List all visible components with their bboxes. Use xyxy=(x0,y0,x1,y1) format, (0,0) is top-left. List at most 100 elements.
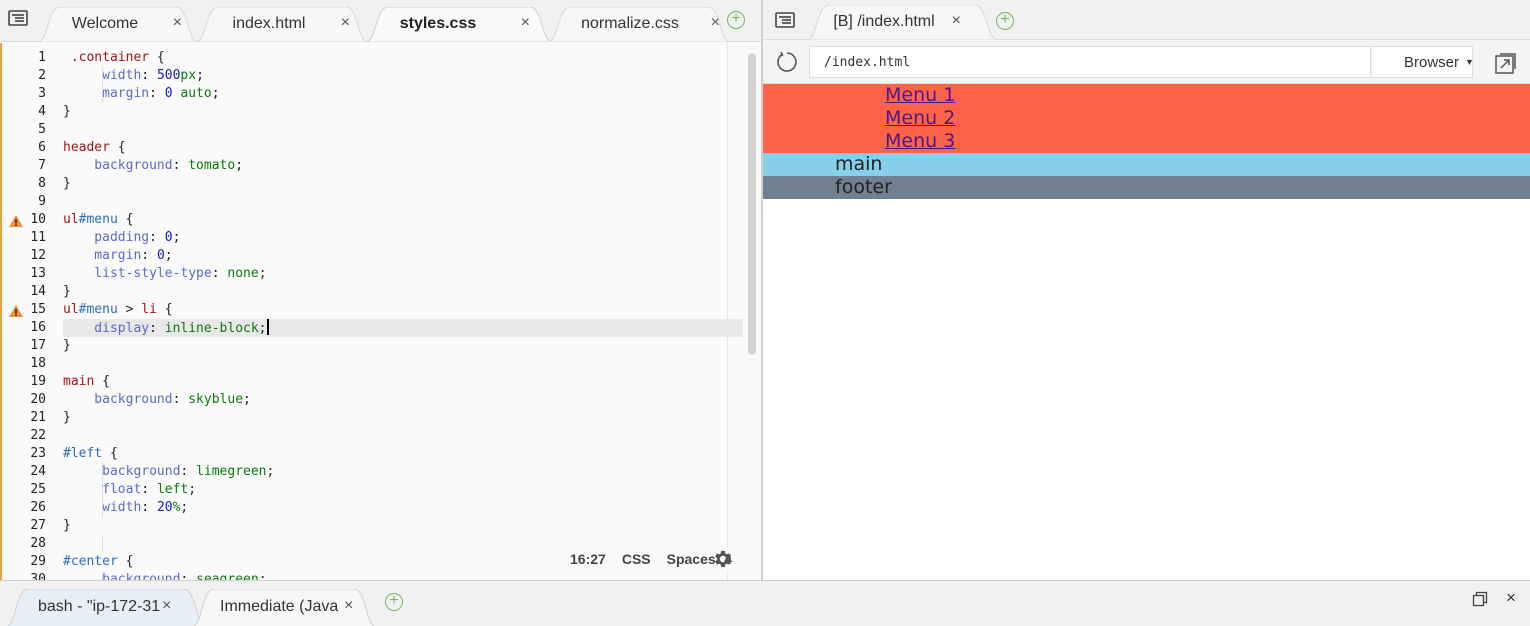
line-number: 28 xyxy=(2,535,58,553)
line-number: 9 xyxy=(2,193,58,211)
code-token: header xyxy=(63,140,110,155)
tab-label: [B] /index.html xyxy=(833,13,935,30)
code-line[interactable]: header { xyxy=(63,139,743,157)
line-number: 27 xyxy=(2,517,58,535)
tab-preview-index[interactable]: [B] /index.html × xyxy=(807,5,997,40)
popout-icon[interactable] xyxy=(1494,51,1518,75)
url-input[interactable] xyxy=(809,46,1371,78)
tab-bash-terminal[interactable]: bash - "ip-172-31 × xyxy=(6,589,206,626)
code-line[interactable]: } xyxy=(63,409,743,427)
tab-styles-css[interactable]: styles.css × xyxy=(366,7,552,42)
line-number: 21 xyxy=(2,409,58,427)
code-line[interactable]: width: 20%; xyxy=(63,499,743,517)
browser-select[interactable]: Browser ▼ xyxy=(1371,46,1474,78)
code-line[interactable]: } xyxy=(63,175,743,193)
cursor-position[interactable]: 16:27 xyxy=(570,551,606,567)
code-token: } xyxy=(63,176,71,191)
close-icon[interactable]: × xyxy=(173,14,182,32)
code-line[interactable]: background: limegreen; xyxy=(63,463,743,481)
line-number-label: 23 xyxy=(30,446,46,461)
line-number-label: 28 xyxy=(30,536,46,551)
language-mode[interactable]: CSS xyxy=(622,551,651,567)
line-number-label: 9 xyxy=(38,194,46,209)
add-tab-icon[interactable]: + xyxy=(996,12,1014,30)
code-line[interactable]: margin: 0; xyxy=(63,247,743,265)
code-line[interactable]: background: skyblue; xyxy=(63,391,743,409)
close-icon[interactable]: × xyxy=(952,12,961,30)
code-editor[interactable]: 1 2 3 4 5 6 7 8 9 10 11 12 13 14 15 16 17 18 19 20 21 22 23 24 2… xyxy=(0,43,762,580)
line-number: 22 xyxy=(2,427,58,445)
warning-icon[interactable] xyxy=(8,304,24,318)
code-line[interactable] xyxy=(63,355,743,373)
code-line[interactable]: margin: 0 auto; xyxy=(63,85,743,103)
code-token: 0 xyxy=(164,230,173,245)
text-cursor xyxy=(266,319,269,335)
line-number: 19 xyxy=(2,373,58,391)
close-icon[interactable]: × xyxy=(711,14,720,32)
code-line[interactable]: } xyxy=(63,103,743,121)
preview-viewport[interactable]: Menu 1 Menu 2 Menu 3 main footer xyxy=(763,84,1530,580)
code-line[interactable]: ul#menu > li { xyxy=(63,301,743,319)
code-token: : xyxy=(141,500,157,515)
code-line[interactable]: float: left; xyxy=(63,481,743,499)
indent-guide xyxy=(102,499,103,517)
add-tab-icon[interactable]: + xyxy=(727,11,745,29)
code-token: skyblue xyxy=(188,392,244,407)
code-token: inline-block xyxy=(164,321,259,336)
code-token: > xyxy=(117,302,142,317)
tab-menu-icon[interactable] xyxy=(775,12,797,30)
gear-icon[interactable] xyxy=(712,548,734,570)
close-icon[interactable]: × xyxy=(344,597,353,615)
code-area[interactable]: .container { width: 500px; margin: 0 aut… xyxy=(63,49,743,580)
restore-icon[interactable] xyxy=(1472,591,1488,607)
close-icon[interactable]: × xyxy=(341,14,350,32)
print-margin xyxy=(727,43,728,580)
tab-welcome[interactable]: Welcome × xyxy=(38,7,198,42)
add-tab-icon[interactable]: + xyxy=(385,593,403,611)
line-number-label: 8 xyxy=(38,176,46,191)
tab-menu-icon[interactable] xyxy=(8,10,30,28)
close-icon[interactable]: × xyxy=(162,597,171,615)
indent-guide xyxy=(102,463,103,481)
line-gutter: 1 2 3 4 5 6 7 8 9 10 11 12 13 14 15 16 17 18 19 20 21 22 23 24 2… xyxy=(2,49,58,580)
tab-normalize-css[interactable]: normalize.css × xyxy=(548,7,730,42)
tab-index-html[interactable]: index.html × xyxy=(196,7,368,42)
editor-scrollbar[interactable] xyxy=(748,53,756,355)
code-token: background xyxy=(63,572,181,580)
code-line[interactable] xyxy=(63,427,743,445)
warning-icon[interactable] xyxy=(8,214,24,228)
line-number-label: 11 xyxy=(30,230,46,245)
code-line[interactable]: display: inline-block; xyxy=(63,319,743,337)
code-line[interactable]: } xyxy=(63,283,743,301)
code-line[interactable]: list-style-type: none; xyxy=(63,265,743,283)
line-number-label: 14 xyxy=(30,284,46,299)
code-line[interactable]: } xyxy=(63,517,743,535)
preview-main: main xyxy=(763,153,1530,176)
line-number: 26 xyxy=(2,499,58,517)
menu-link[interactable]: Menu 2 xyxy=(885,107,1530,130)
code-line[interactable]: background: tomato; xyxy=(63,157,743,175)
close-icon[interactable]: × xyxy=(521,14,530,32)
tab-immediate[interactable]: Immediate (Java × xyxy=(192,589,376,626)
code-token: background xyxy=(63,392,173,407)
code-line[interactable]: main { xyxy=(63,373,743,391)
code-line[interactable]: width: 500px; xyxy=(63,67,743,85)
code-line[interactable]: #left { xyxy=(63,445,743,463)
code-token: none xyxy=(227,266,259,281)
code-line[interactable]: .container { xyxy=(63,49,743,67)
code-line[interactable]: padding: 0; xyxy=(63,229,743,247)
code-token: 500 xyxy=(156,68,181,83)
code-line[interactable] xyxy=(63,193,743,211)
line-number: 25 xyxy=(2,481,58,499)
line-number-label: 17 xyxy=(30,338,46,353)
menu-link[interactable]: Menu 3 xyxy=(885,130,1530,153)
close-icon[interactable]: × xyxy=(1506,588,1516,608)
code-line[interactable] xyxy=(63,121,743,139)
menu-link[interactable]: Menu 1 xyxy=(885,84,1530,107)
code-line[interactable]: } xyxy=(63,337,743,355)
refresh-icon[interactable] xyxy=(775,50,799,74)
code-token: } xyxy=(63,338,71,353)
line-number-label: 20 xyxy=(30,392,46,407)
code-line[interactable]: ul#menu { xyxy=(63,211,743,229)
code-line[interactable]: background: seagreen; xyxy=(63,571,743,580)
